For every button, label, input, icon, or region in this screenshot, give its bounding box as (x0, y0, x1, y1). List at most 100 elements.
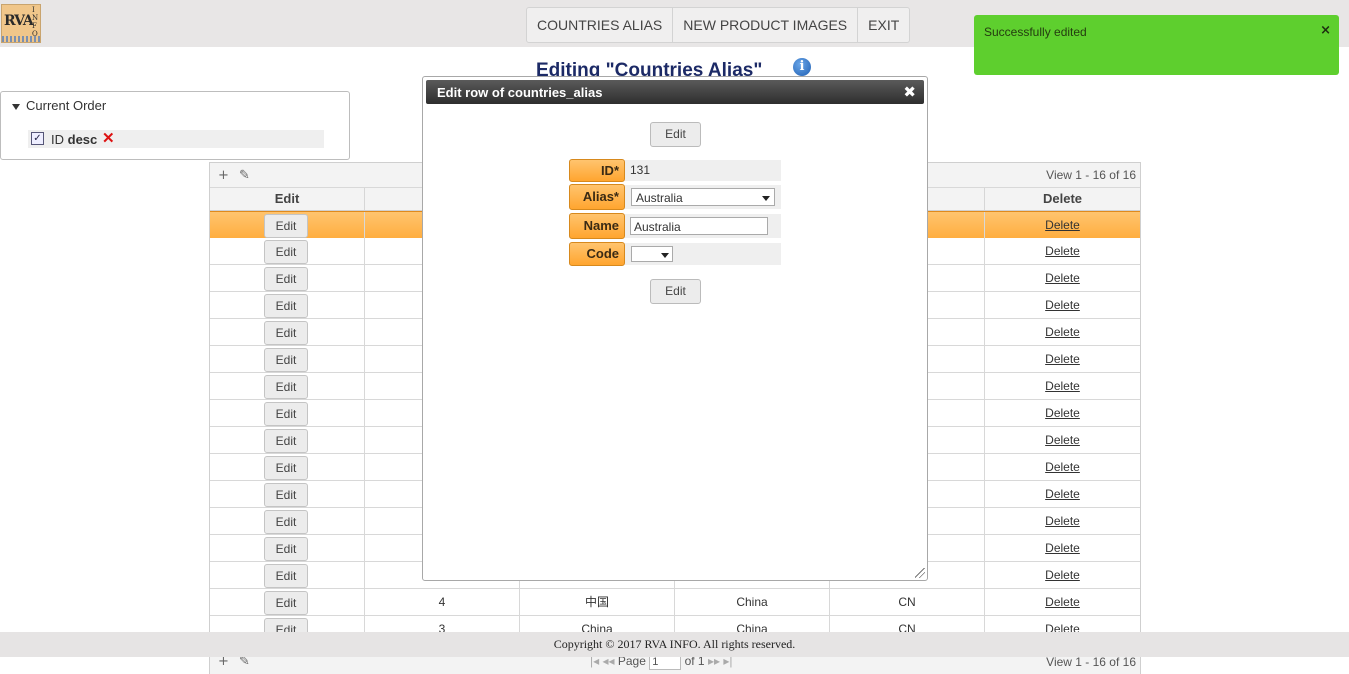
field-row-alias: Alias* Australia (569, 184, 781, 210)
remove-order-icon[interactable]: ✕ (102, 129, 115, 147)
order-item-label: ID desc (51, 132, 97, 147)
row-delete-link[interactable]: Delete (1045, 460, 1080, 474)
cell-edit: Edit (210, 346, 365, 372)
toast-message: Successfully edited (984, 25, 1087, 39)
row-delete-link[interactable]: Delete (1045, 541, 1080, 555)
cell-delete: Delete (985, 535, 1140, 561)
nav-exit[interactable]: EXIT (858, 8, 909, 42)
order-item: ✓ ID desc ✕ (28, 130, 324, 148)
row-delete-link[interactable]: Delete (1045, 379, 1080, 393)
success-toast: Successfully edited × (974, 15, 1339, 75)
logo-decoration (2, 36, 40, 42)
cell-edit: Edit (210, 481, 365, 507)
logo-text: RVA (4, 13, 34, 29)
cell-delete: Delete (985, 508, 1140, 534)
cell-delete: Delete (985, 292, 1140, 318)
dialog-title: Edit row of countries_alias (437, 85, 603, 100)
row-delete-link[interactable]: Delete (1045, 325, 1080, 339)
edit-row-icon[interactable]: ✎ (239, 168, 250, 183)
logo-subtext: INFO (32, 6, 39, 38)
field-row-code: Code (569, 242, 781, 266)
current-order-panel: Current Order ✓ ID desc ✕ (0, 91, 350, 160)
row-edit-button[interactable]: Edit (264, 321, 308, 345)
cell-edit: Edit (210, 454, 365, 480)
cell-delete: Delete (985, 589, 1140, 615)
row-delete-link[interactable]: Delete (1045, 406, 1080, 420)
id-label: ID* (569, 159, 625, 182)
rva-info-logo[interactable]: RVA INFO (1, 4, 41, 43)
current-order-heading: Current Order (26, 98, 107, 113)
row-edit-button[interactable]: Edit (264, 483, 308, 507)
chevron-down-icon (661, 253, 669, 258)
footer: Copyright © 2017 RVA INFO. All rights re… (0, 632, 1349, 657)
row-delete-link[interactable]: Delete (1045, 514, 1080, 528)
cell-delete: Delete (985, 319, 1140, 345)
cell-alias: 中国 (520, 589, 675, 615)
pager-view-info: View 1 - 16 of 16 (1046, 655, 1136, 669)
table-row[interactable]: Edit 4 中国 China CN Delete (210, 589, 1140, 616)
alias-select[interactable]: Australia (631, 188, 775, 206)
current-order-toggle[interactable]: Current Order (12, 98, 106, 113)
row-delete-link[interactable]: Delete (1045, 271, 1080, 285)
field-row-name: Name Australia (569, 213, 781, 239)
close-icon[interactable]: ✖ (903, 83, 916, 101)
row-edit-button[interactable]: Edit (264, 267, 308, 291)
add-row-icon[interactable]: + (218, 168, 229, 183)
cell-delete: Delete (985, 265, 1140, 291)
row-delete-link[interactable]: Delete (1045, 568, 1080, 582)
cell-edit: Edit (210, 265, 365, 291)
row-delete-link[interactable]: Delete (1045, 244, 1080, 258)
order-direction[interactable]: desc (68, 132, 98, 147)
row-delete-link[interactable]: Delete (1045, 595, 1080, 609)
row-edit-button[interactable]: Edit (264, 456, 308, 480)
row-delete-link[interactable]: Delete (1045, 433, 1080, 447)
row-delete-link[interactable]: Delete (1045, 487, 1080, 501)
edit-row-dialog: Edit row of countries_alias ✖ Edit ID* 1… (422, 76, 928, 581)
order-field: ID (51, 132, 64, 147)
row-edit-button[interactable]: Edit (264, 564, 308, 588)
id-value: 131 (630, 163, 651, 177)
nav-new-product-images[interactable]: NEW PRODUCT IMAGES (673, 8, 859, 42)
cell-name: China (675, 589, 830, 615)
dialog-titlebar[interactable]: Edit row of countries_alias ✖ (426, 80, 924, 104)
toast-close-button[interactable]: × (1320, 23, 1331, 38)
row-edit-button[interactable]: Edit (264, 510, 308, 534)
row-delete-link[interactable]: Delete (1045, 298, 1080, 312)
row-edit-button[interactable]: Edit (264, 537, 308, 561)
row-edit-button[interactable]: Edit (264, 402, 308, 426)
row-edit-button[interactable]: Edit (264, 214, 308, 238)
row-edit-button[interactable]: Edit (264, 591, 308, 615)
dialog-edit-button-submit[interactable]: Edit (650, 279, 701, 304)
row-edit-button[interactable]: Edit (264, 348, 308, 372)
field-row-id: ID* 131 (569, 159, 781, 182)
row-delete-link[interactable]: Delete (1045, 218, 1080, 232)
order-checkbox[interactable]: ✓ (31, 132, 44, 145)
col-header-delete[interactable]: Delete (985, 188, 1140, 210)
cell-delete: Delete (985, 238, 1140, 264)
row-delete-link[interactable]: Delete (1045, 352, 1080, 366)
cell-edit: Edit (210, 400, 365, 426)
cell-edit: Edit (210, 373, 365, 399)
alias-selected-value: Australia (636, 191, 683, 205)
cell-code: CN (830, 589, 985, 615)
cell-delete: Delete (985, 212, 1140, 238)
cell-edit: Edit (210, 562, 365, 588)
cell-delete: Delete (985, 562, 1140, 588)
row-edit-button[interactable]: Edit (264, 294, 308, 318)
info-icon[interactable]: i (793, 58, 811, 76)
cell-delete: Delete (985, 346, 1140, 372)
cell-edit: Edit (210, 589, 365, 615)
cell-edit: Edit (210, 535, 365, 561)
cell-edit: Edit (210, 212, 365, 238)
cell-delete: Delete (985, 427, 1140, 453)
row-edit-button[interactable]: Edit (264, 240, 308, 264)
row-edit-button[interactable]: Edit (264, 429, 308, 453)
code-select[interactable] (631, 246, 673, 262)
name-input[interactable]: Australia (630, 217, 768, 235)
row-edit-button[interactable]: Edit (264, 375, 308, 399)
dialog-edit-button-top[interactable]: Edit (650, 122, 701, 147)
col-header-edit[interactable]: Edit (210, 188, 365, 210)
cell-delete: Delete (985, 454, 1140, 480)
nav-countries-alias[interactable]: COUNTRIES ALIAS (527, 8, 674, 42)
resize-handle-icon[interactable] (915, 568, 925, 578)
